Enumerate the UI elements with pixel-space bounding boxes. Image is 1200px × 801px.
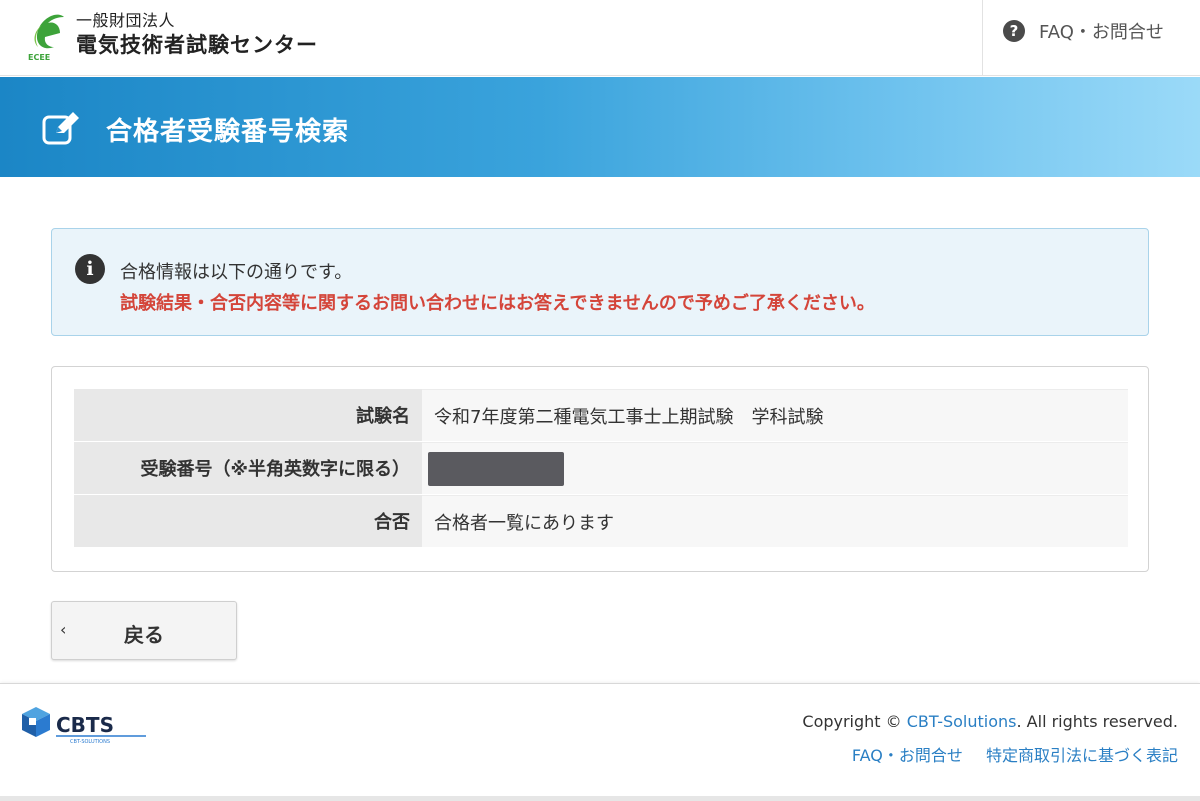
info-warning: 試験結果・合否内容等に関するお問い合わせにはお答えできませんので予めご了承くださ… xyxy=(120,293,875,314)
exam-number-label: 受験番号（※半角英数字に限る） xyxy=(74,442,422,494)
org-type: 一般財団法人 xyxy=(76,11,176,30)
copyright-suffix: . All rights reserved. xyxy=(1016,712,1179,731)
footer-faq-link[interactable]: FAQ・お問合せ xyxy=(852,746,963,765)
org-name: 電気技術者試験センター xyxy=(76,33,318,57)
footer-commerce-law-link[interactable]: 特定商取引法に基づく表記 xyxy=(986,746,1178,765)
back-button-label: 戻る xyxy=(124,623,164,647)
cbts-logo-sub: CBT-SOLUTIONS xyxy=(70,739,110,745)
ecee-logo[interactable]: ECEE 一般財団法人 電気技術者試験センター xyxy=(24,11,318,63)
result-table: 試験名 令和7年度第二種電気工事士上期試験 学科試験 受験番号（※半角英数字に限… xyxy=(74,389,1128,548)
cbt-solutions-link[interactable]: CBT-Solutions xyxy=(907,712,1017,731)
bottom-divider xyxy=(0,796,1200,801)
copyright-prefix: Copyright © xyxy=(802,712,907,731)
table-row: 合否 合格者一覧にあります xyxy=(74,495,1128,548)
redacted-exam-number xyxy=(428,451,564,486)
ecee-logo-mark: ECEE xyxy=(28,14,64,62)
copyright-text: Copyright © CBT-Solutions. All rights re… xyxy=(802,712,1178,731)
result-card: 試験名 令和7年度第二種電気工事士上期試験 学科試験 受験番号（※半角英数字に限… xyxy=(51,366,1149,572)
info-circle-icon: i xyxy=(75,254,105,284)
footer-links: FAQ・お問合せ 特定商取引法に基づく表記 xyxy=(834,742,1178,766)
info-alert: i 合格情報は以下の通りです。 試験結果・合否内容等に関するお問い合わせにはお答… xyxy=(51,228,1149,336)
faq-contact-label: FAQ・お問合せ xyxy=(1039,22,1164,43)
pass-fail-value: 合格者一覧にあります xyxy=(422,495,1128,547)
cbts-logo[interactable]: CBTS CBT-SOLUTIONS xyxy=(20,704,150,746)
exam-number-value xyxy=(422,442,1128,494)
table-row: 試験名 令和7年度第二種電気工事士上期試験 学科試験 xyxy=(74,389,1128,442)
logo-caption: ECEE xyxy=(28,53,50,62)
pass-fail-label: 合否 xyxy=(74,495,422,547)
faq-contact-link[interactable]: ? FAQ・お問合せ xyxy=(982,0,1200,76)
info-message: 合格情報は以下の通りです。 xyxy=(120,262,353,283)
edit-icon xyxy=(42,112,79,145)
page-banner: 合格者受験番号検索 xyxy=(0,77,1200,177)
exam-name-label: 試験名 xyxy=(74,389,422,441)
site-header: ECEE 一般財団法人 電気技術者試験センター ? FAQ・お問合せ xyxy=(0,0,1200,76)
chevron-left-icon: ‹ xyxy=(60,620,67,639)
site-footer: CBTS CBT-SOLUTIONS Copyright © CBT-Solut… xyxy=(0,683,1200,801)
back-button[interactable]: ‹ 戻る xyxy=(51,601,237,660)
exam-name-value: 令和7年度第二種電気工事士上期試験 学科試験 xyxy=(422,389,1128,441)
table-row: 受験番号（※半角英数字に限る） xyxy=(74,442,1128,495)
question-circle-icon: ? xyxy=(1003,20,1025,42)
page-title: 合格者受験番号検索 xyxy=(106,117,350,147)
cbts-logo-text: CBTS xyxy=(56,713,114,737)
